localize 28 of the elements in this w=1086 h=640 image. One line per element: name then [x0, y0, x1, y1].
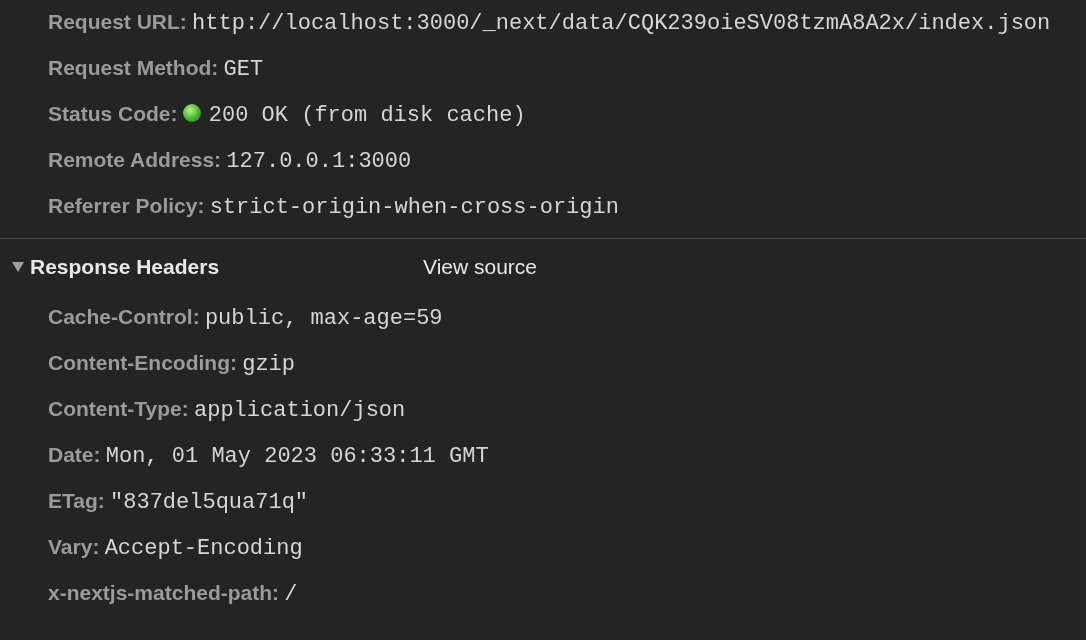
- section-title[interactable]: Response Headers: [30, 255, 423, 279]
- header-name: x-nextjs-matched-path:: [48, 581, 280, 604]
- header-name: Referrer Policy:: [48, 194, 205, 217]
- header-name: Cache-Control:: [48, 305, 200, 328]
- header-value: http://localhost:3000/_next/data/CQK239oieSV08tzmA8A2x/index.json: [192, 11, 1051, 36]
- header-name: Content-Type:: [48, 397, 189, 420]
- header-name: ETag:: [48, 489, 105, 512]
- header-name: Date:: [48, 443, 101, 466]
- header-value: 127.0.0.1:3000: [226, 149, 412, 174]
- header-name: Content-Encoding:: [48, 351, 237, 374]
- header-name: Status Code:: [48, 102, 178, 125]
- header-name: Request URL:: [48, 10, 187, 33]
- header-value: application/json: [194, 398, 406, 423]
- header-value: public, max-age=59: [204, 306, 443, 331]
- expand-triangle-icon[interactable]: [12, 262, 24, 272]
- header-value: "837del5qua71q": [110, 490, 309, 515]
- header-name: Request Method:: [48, 56, 219, 79]
- header-name: Remote Address:: [48, 148, 222, 171]
- header-value: Mon, 01 May 2023 06:33:11 GMT: [105, 444, 489, 469]
- status-dot-icon: [182, 104, 201, 122]
- view-source-link[interactable]: View source: [423, 255, 537, 279]
- header-value: /: [284, 582, 298, 607]
- header-value: gzip: [242, 352, 296, 377]
- header-value: GET: [223, 57, 264, 82]
- header-value: 200 OK (from disk cache): [208, 103, 526, 128]
- header-value: Accept-Encoding: [104, 536, 303, 561]
- header-value: strict-origin-when-cross-origin: [209, 195, 619, 220]
- header-name: Vary:: [48, 535, 100, 558]
